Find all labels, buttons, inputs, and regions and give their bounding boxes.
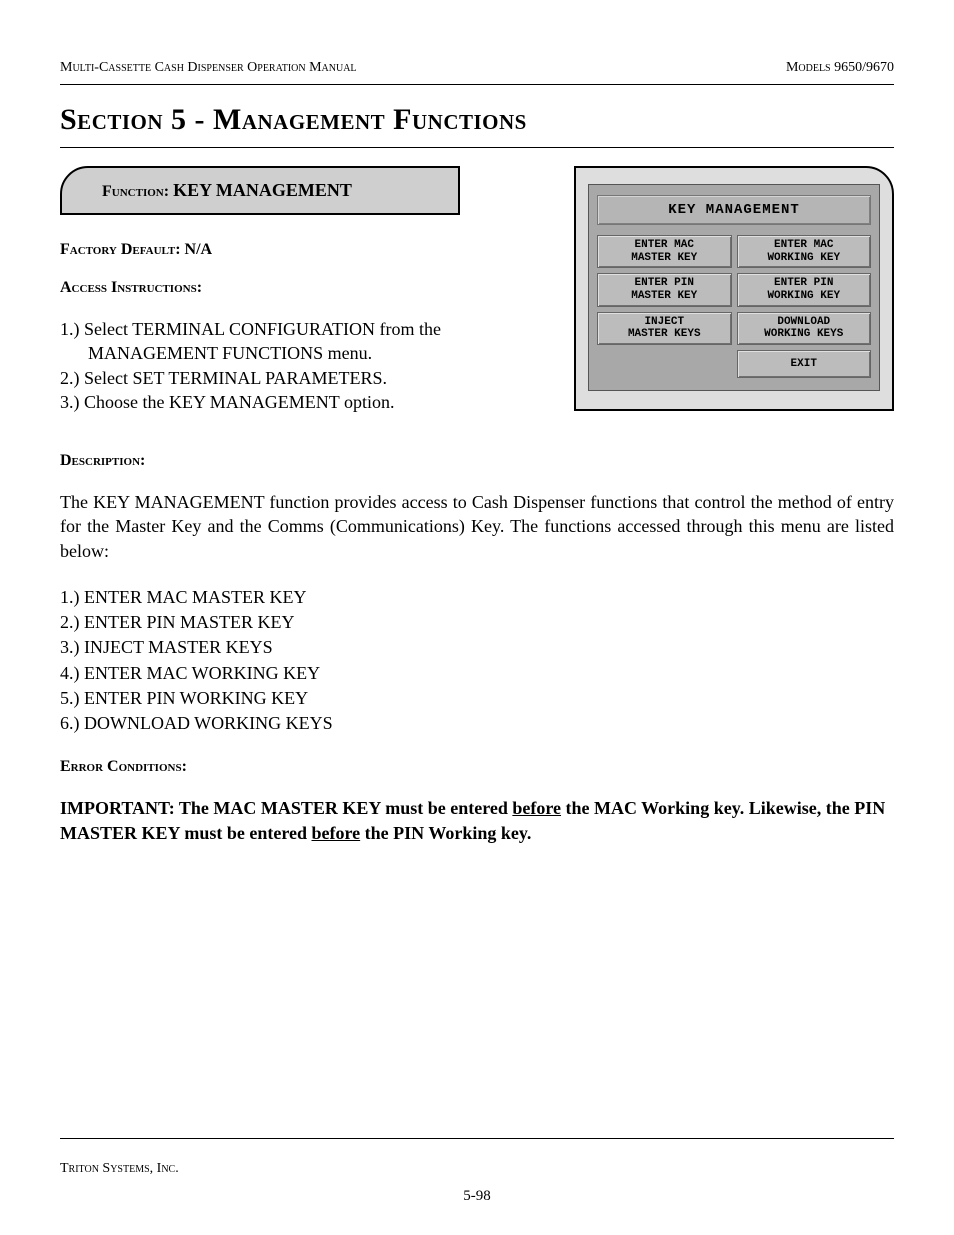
function-list-item: 6.) DOWNLOAD WORKING KEYS bbox=[60, 711, 894, 736]
terminal-button: INJECT MASTER KEYS bbox=[597, 312, 732, 345]
function-label: Function: bbox=[102, 183, 169, 200]
description-label: Description: bbox=[60, 452, 894, 470]
function-list-item: 4.) ENTER MAC WORKING KEY bbox=[60, 661, 894, 686]
function-list-item: 1.) ENTER MAC MASTER KEY bbox=[60, 585, 894, 610]
terminal-button: ENTER MAC MASTER KEY bbox=[597, 235, 732, 268]
access-instructions-label: Access Instructions: bbox=[60, 279, 558, 297]
page-number: 5-98 bbox=[0, 1188, 954, 1205]
important-note: IMPORTANT: The MAC MASTER KEY must be en… bbox=[60, 796, 894, 846]
access-step: 1.) Select TERMINAL CONFIGURATION from t… bbox=[60, 317, 558, 366]
terminal-button: ENTER MAC WORKING KEY bbox=[737, 235, 872, 268]
access-step: 2.) Select SET TERMINAL PARAMETERS. bbox=[60, 366, 558, 390]
error-conditions-label: Error Conditions: bbox=[60, 758, 894, 776]
section-title: Section 5 - Management Functions bbox=[60, 103, 894, 137]
header-rule bbox=[60, 84, 894, 85]
factory-default-value: N/A bbox=[185, 241, 213, 258]
running-header: Multi-Cassette Cash Dispenser Operation … bbox=[60, 60, 894, 76]
header-left: Multi-Cassette Cash Dispenser Operation … bbox=[60, 60, 357, 76]
access-instructions-list: 1.) Select TERMINAL CONFIGURATION from t… bbox=[60, 317, 558, 414]
footer-rule bbox=[60, 1138, 894, 1139]
function-tab: Function: KEY MANAGEMENT bbox=[60, 166, 460, 215]
function-list-item: 2.) ENTER PIN MASTER KEY bbox=[60, 610, 894, 635]
terminal-title: KEY MANAGEMENT bbox=[597, 195, 871, 225]
factory-default-label: Factory Default: bbox=[60, 241, 181, 258]
terminal-button-grid: ENTER MAC MASTER KEY ENTER MAC WORKING K… bbox=[597, 235, 871, 378]
footer-company: Triton Systems, Inc. bbox=[60, 1161, 179, 1177]
function-list: 1.) ENTER MAC MASTER KEY 2.) ENTER PIN M… bbox=[60, 585, 894, 736]
terminal-button: ENTER PIN MASTER KEY bbox=[597, 273, 732, 306]
terminal-button: ENTER PIN WORKING KEY bbox=[737, 273, 872, 306]
description-text: The KEY MANAGEMENT function provides acc… bbox=[60, 490, 894, 563]
section-rule bbox=[60, 147, 894, 148]
manual-page: Multi-Cassette Cash Dispenser Operation … bbox=[0, 0, 954, 1235]
content-row: Function: KEY MANAGEMENT Factory Default… bbox=[60, 166, 894, 434]
terminal-button: DOWNLOAD WORKING KEYS bbox=[737, 312, 872, 345]
left-column: Function: KEY MANAGEMENT Factory Default… bbox=[60, 166, 574, 434]
function-list-item: 5.) ENTER PIN WORKING KEY bbox=[60, 686, 894, 711]
function-list-item: 3.) INJECT MASTER KEYS bbox=[60, 635, 894, 660]
function-name: KEY MANAGEMENT bbox=[173, 180, 352, 200]
terminal-inner: KEY MANAGEMENT ENTER MAC MASTER KEY ENTE… bbox=[588, 184, 880, 391]
terminal-button: EXIT bbox=[737, 350, 872, 378]
access-step: 3.) Choose the KEY MANAGEMENT option. bbox=[60, 390, 558, 414]
terminal-screenshot: KEY MANAGEMENT ENTER MAC MASTER KEY ENTE… bbox=[574, 166, 894, 411]
factory-default: Factory Default: N/A bbox=[60, 241, 558, 259]
header-right: Models 9650/9670 bbox=[786, 60, 894, 76]
